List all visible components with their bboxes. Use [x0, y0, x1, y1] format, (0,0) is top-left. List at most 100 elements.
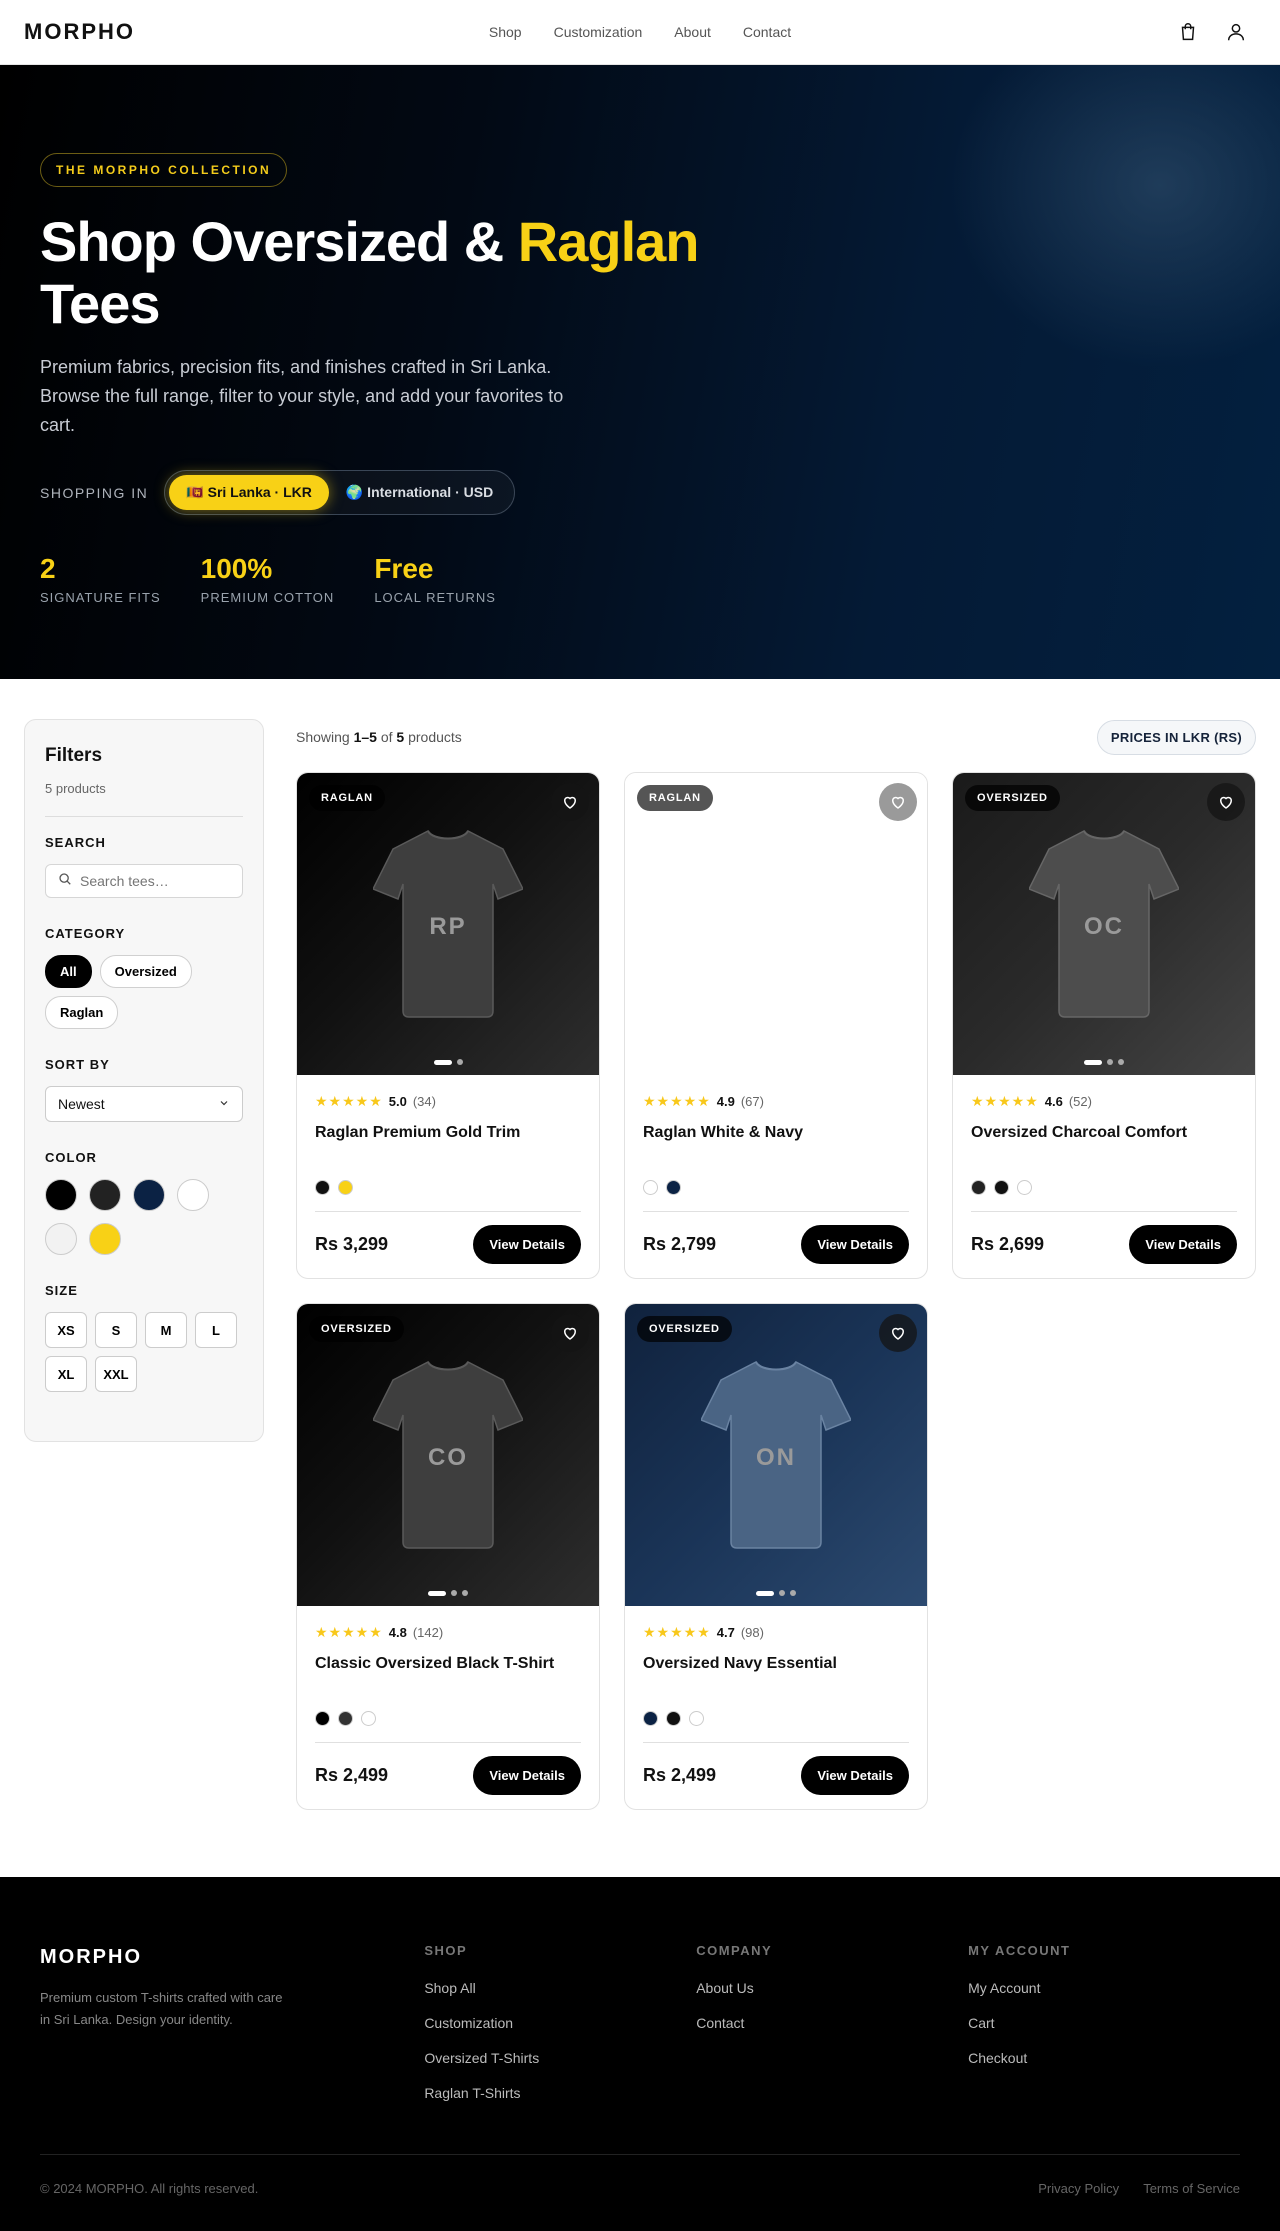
product-name[interactable]: Raglan White & Navy [643, 1124, 909, 1144]
product-color-dot[interactable] [643, 1711, 658, 1726]
terms-of-service-link[interactable]: Terms of Service [1143, 2181, 1240, 2196]
product-color-dot[interactable] [971, 1180, 986, 1195]
nav-link-shop[interactable]: Shop [489, 24, 522, 40]
product-color-dot[interactable] [994, 1180, 1009, 1195]
product-color-dot[interactable] [361, 1711, 376, 1726]
view-details-button[interactable]: View Details [801, 1756, 909, 1795]
product-card[interactable]: RAGLAN ★★★★★ 4.9 (67) Raglan White & Nav… [624, 772, 928, 1279]
carousel-dot[interactable] [462, 1590, 468, 1596]
color-swatch-charcoal[interactable] [89, 1179, 121, 1211]
user-icon[interactable] [1224, 20, 1248, 44]
product-color-dot[interactable] [666, 1180, 681, 1195]
category-badge: OVERSIZED [637, 1316, 732, 1342]
product-image[interactable]: OVERSIZED OC [953, 773, 1255, 1075]
color-swatch-black[interactable] [45, 1179, 77, 1211]
view-details-button[interactable]: View Details [1129, 1225, 1237, 1264]
product-color-dot[interactable] [643, 1180, 658, 1195]
footer-link-oversized[interactable]: Oversized T-Shirts [424, 2050, 696, 2066]
size-xs-button[interactable]: XS [45, 1312, 87, 1348]
product-color-dot[interactable] [338, 1180, 353, 1195]
color-swatch-gold[interactable] [89, 1223, 121, 1255]
category-chip-all[interactable]: All [45, 955, 92, 988]
privacy-policy-link[interactable]: Privacy Policy [1038, 2181, 1119, 2196]
product-rating: ★★★★★ 4.8 (142) [315, 1624, 444, 1640]
product-name[interactable]: Oversized Navy Essential [643, 1655, 909, 1675]
footer-link-raglan[interactable]: Raglan T-Shirts [424, 2085, 696, 2101]
card-divider [315, 1211, 581, 1212]
carousel-dot[interactable] [790, 1590, 796, 1596]
heart-icon[interactable] [879, 783, 917, 821]
carousel-dot[interactable] [1107, 1059, 1113, 1065]
footer-link-contact[interactable]: Contact [696, 2015, 968, 2031]
nav-links: Shop Customization About Contact [0, 0, 1280, 64]
product-color-dot[interactable] [338, 1711, 353, 1726]
footer-link-about[interactable]: About Us [696, 1980, 968, 1996]
sort-select[interactable]: Newest [45, 1086, 243, 1122]
size-xl-button[interactable]: XL [45, 1356, 87, 1392]
product-card[interactable]: RAGLAN RP ★★★★★ 5.0 (34) Raglan Premium … [296, 772, 600, 1279]
product-initials: CO [428, 1444, 468, 1471]
carousel-dot[interactable] [1118, 1059, 1124, 1065]
carousel-dot[interactable] [433, 1059, 452, 1065]
product-color-dot[interactable] [666, 1711, 681, 1726]
color-swatch-light-grey[interactable] [45, 1223, 77, 1255]
product-image[interactable]: RAGLAN RP [297, 773, 599, 1075]
view-details-button[interactable]: View Details [473, 1225, 581, 1264]
carousel-dot[interactable] [756, 1590, 774, 1596]
footer-link-my-account[interactable]: My Account [968, 1980, 1240, 1996]
size-m-button[interactable]: M [145, 1312, 187, 1348]
view-details-button[interactable]: View Details [473, 1756, 581, 1795]
size-l-button[interactable]: L [195, 1312, 237, 1348]
region-sri-lanka-button[interactable]: 🇱🇰 Sri Lanka · LKR [169, 475, 329, 510]
product-image[interactable]: RAGLAN [625, 773, 927, 1075]
product-name[interactable]: Oversized Charcoal Comfort [971, 1124, 1237, 1144]
carousel-dot[interactable] [456, 1059, 463, 1065]
product-color-dot[interactable] [689, 1711, 704, 1726]
nav-link-customization[interactable]: Customization [554, 24, 643, 40]
product-color-dot[interactable] [1017, 1180, 1032, 1195]
footer-bottom: © 2024 MORPHO. All rights reserved. Priv… [40, 2154, 1240, 2196]
footer-logo[interactable]: MORPHO [40, 1946, 424, 1969]
color-swatch-navy[interactable] [133, 1179, 165, 1211]
brand-logo[interactable]: MORPHO [24, 19, 135, 45]
product-name[interactable]: Raglan Premium Gold Trim [315, 1124, 581, 1144]
heart-icon[interactable] [551, 1314, 589, 1352]
product-name[interactable]: Classic Oversized Black T-Shirt [315, 1655, 581, 1675]
footer-link-customization[interactable]: Customization [424, 2015, 696, 2031]
footer-link-cart[interactable]: Cart [968, 2015, 1240, 2031]
size-xxl-button[interactable]: XXL [95, 1356, 137, 1392]
product-color-dot[interactable] [315, 1711, 330, 1726]
product-card[interactable]: OVERSIZED CO ★★★★★ 4.8 (142) Classic Ove… [296, 1303, 600, 1810]
size-s-button[interactable]: S [95, 1312, 137, 1348]
heart-icon[interactable] [551, 783, 589, 821]
carousel-dot[interactable] [1084, 1059, 1102, 1065]
product-color-dot[interactable] [315, 1180, 330, 1195]
category-chip-raglan[interactable]: Raglan [45, 996, 119, 1029]
product-card[interactable]: OVERSIZED ON ★★★★★ 4.7 (98) Oversized Na… [624, 1303, 928, 1810]
footer-link-shop-all[interactable]: Shop All [424, 1980, 696, 1996]
heart-icon[interactable] [879, 1314, 917, 1352]
heart-icon[interactable] [1207, 783, 1245, 821]
hero-title: Shop Oversized & Raglan Tees [40, 210, 699, 335]
carousel-dot[interactable] [428, 1590, 446, 1596]
product-image[interactable]: OVERSIZED CO [297, 1304, 599, 1606]
color-swatch-white[interactable] [177, 1179, 209, 1211]
footer-link-checkout[interactable]: Checkout [968, 2050, 1240, 2066]
nav-link-about[interactable]: About [674, 24, 711, 40]
cart-icon[interactable] [1176, 20, 1200, 44]
product-card[interactable]: OVERSIZED OC ★★★★★ 4.6 (52) Oversized Ch… [952, 772, 1256, 1279]
category-badge: RAGLAN [637, 785, 713, 811]
search-box [45, 864, 261, 898]
image-carousel-dots [297, 1059, 599, 1065]
product-colors [643, 1711, 909, 1726]
carousel-dot[interactable] [779, 1590, 785, 1596]
category-badge: RAGLAN [309, 785, 385, 811]
nav-link-contact[interactable]: Contact [743, 24, 791, 40]
view-details-button[interactable]: View Details [801, 1225, 909, 1264]
carousel-dot[interactable] [451, 1590, 457, 1596]
search-input[interactable] [80, 873, 261, 889]
region-international-button[interactable]: 🌍 International · USD [329, 475, 510, 510]
product-info: ★★★★★ 4.6 (52) Oversized Charcoal Comfor… [953, 1075, 1255, 1264]
category-chip-oversized[interactable]: Oversized [99, 955, 192, 988]
product-image[interactable]: OVERSIZED ON [625, 1304, 927, 1606]
